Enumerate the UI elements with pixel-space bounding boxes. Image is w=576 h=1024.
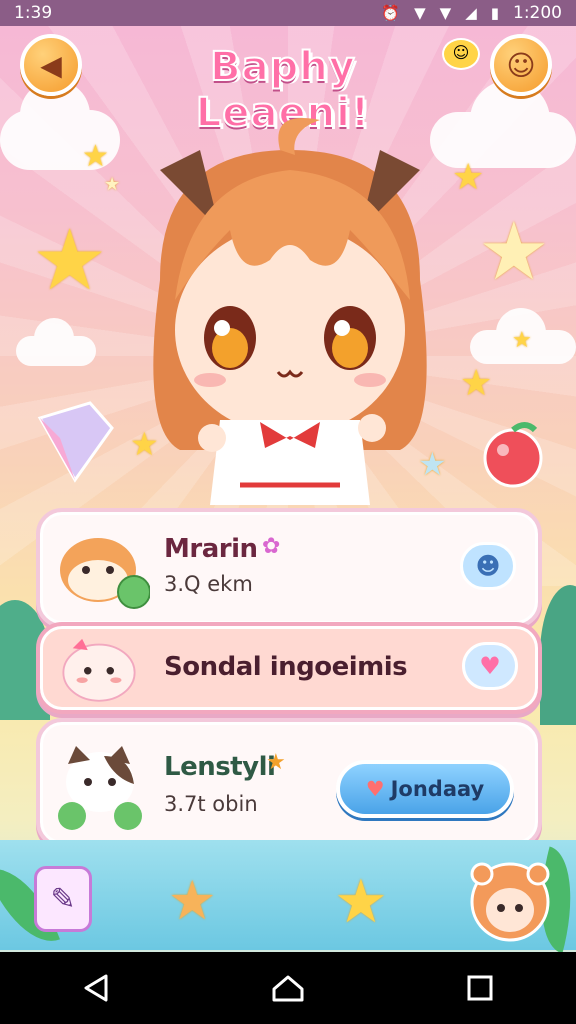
- cloud-decoration: [16, 318, 96, 366]
- heart-chat-button[interactable]: ♥: [462, 642, 518, 690]
- join-button[interactable]: ♥ Jondaay: [336, 760, 514, 818]
- hill-decoration: [540, 585, 576, 725]
- item-name: Mrarin: [164, 534, 258, 564]
- system-nav-bar: [0, 952, 576, 1024]
- nav-home-button[interactable]: [258, 958, 318, 1018]
- flower-icon: ✿: [262, 534, 281, 559]
- back-button[interactable]: ◀: [20, 34, 82, 96]
- recents-nav-icon: [467, 975, 493, 1001]
- item-name: Sondal ingoeimis: [164, 652, 408, 682]
- star-decoration: ★: [460, 363, 493, 404]
- list-item[interactable]: Mrarin ✿ 3.Q ekm ☻: [36, 508, 542, 628]
- heart-bubble-icon: ♥: [479, 652, 501, 680]
- star-icon: ★: [266, 750, 286, 775]
- cat-chat-button[interactable]: ☻: [460, 542, 516, 590]
- cat-face-icon: ☻: [475, 552, 501, 580]
- star-decoration: ★: [168, 869, 217, 932]
- happy-face-icon: ☺: [506, 48, 536, 82]
- status-icons: ⏰ ▼ ▼ ◢ ▮ 1:200: [381, 3, 562, 23]
- bear-girl-button[interactable]: [468, 858, 552, 942]
- alarm-icon: ⏰: [381, 4, 401, 22]
- list-item[interactable]: Lenstyli ★ 3.7t obin ♥ Jondaay: [36, 718, 542, 848]
- smiley-icon: ☺: [442, 38, 480, 70]
- apple-decoration: [483, 422, 543, 488]
- home-nav-icon: [272, 975, 304, 1002]
- crystal-decoration: [37, 401, 114, 483]
- signal-icon: ◢: [465, 4, 477, 22]
- seal-avatar: [62, 638, 136, 702]
- status-time: 1:39: [14, 3, 53, 23]
- battery-icon: ▮: [490, 4, 499, 22]
- status-bar: 1:39 ⏰ ▼ ▼ ◢ ▮ 1:200: [0, 0, 576, 26]
- notes-button[interactable]: ✎: [34, 866, 92, 932]
- star-decoration: ★: [512, 328, 532, 353]
- star-decoration: ★: [82, 139, 109, 174]
- nav-back-button[interactable]: [66, 958, 126, 1018]
- cat-avatar: [58, 746, 142, 830]
- item-distance: 3.7t obin: [164, 792, 258, 816]
- star-decoration: ★: [334, 867, 388, 937]
- wifi-strong-icon: ▼: [439, 4, 452, 22]
- back-arrow-icon: ◀: [40, 48, 62, 82]
- back-nav-icon: [84, 974, 108, 1002]
- nav-recents-button[interactable]: [450, 958, 510, 1018]
- hamster-avatar: [60, 538, 150, 609]
- item-name: Lenstyli: [164, 752, 276, 782]
- star-face-decoration: ★: [32, 211, 108, 309]
- star-decoration: ★: [104, 174, 121, 195]
- profile-button[interactable]: ☺: [490, 34, 552, 96]
- notepad-icon: ✎: [50, 881, 76, 917]
- character-illustration: [153, 118, 427, 505]
- list-item[interactable]: Sondal ingoeimis ♥: [36, 622, 542, 714]
- join-button-label: Jondaay: [390, 777, 485, 801]
- item-distance: 3.Q ekm: [164, 572, 253, 596]
- heart-icon: ♥: [365, 777, 385, 801]
- wifi-icon: ▼: [414, 4, 426, 22]
- status-clock: 1:200: [513, 3, 562, 23]
- star-decoration: ★: [478, 205, 550, 298]
